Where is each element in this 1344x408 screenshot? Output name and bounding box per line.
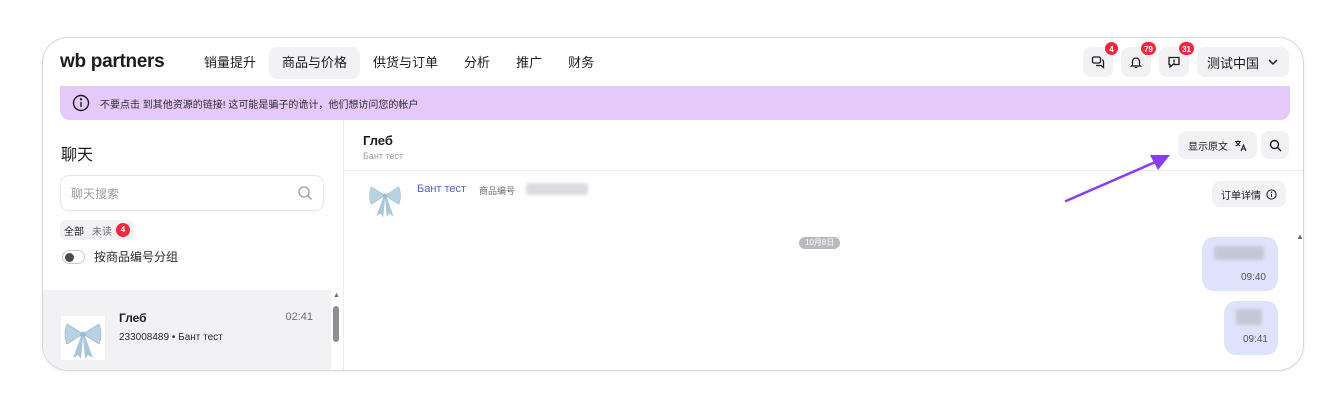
toggle-knob xyxy=(65,252,74,262)
feedback-button[interactable]: 31 xyxy=(1158,41,1195,77)
scroll-up-arrow-icon[interactable]: ▲ xyxy=(333,292,340,299)
chat-item-product: Бант тест xyxy=(178,332,223,343)
search-placeholder: 聊天搜索 xyxy=(71,186,120,201)
chat-bubbles-icon xyxy=(1091,56,1105,69)
logo-wb: wb xyxy=(60,51,86,72)
message-alert-icon xyxy=(1168,56,1180,69)
translate-icon xyxy=(1235,140,1247,151)
bow-product-thumbnail xyxy=(369,186,401,218)
group-by-article-toggle[interactable] xyxy=(62,249,85,264)
nav-promotion[interactable]: 推广 xyxy=(503,47,555,79)
chevron-down-icon xyxy=(1268,59,1278,66)
order-details-label: 订单详情 xyxy=(1221,190,1261,202)
chats-badge: 4 xyxy=(1103,41,1119,56)
sidebar-title: 聊天 xyxy=(61,147,94,164)
nav-sales-boost[interactable]: 销量提升 xyxy=(191,47,269,79)
group-toggle-label: 按商品编号分组 xyxy=(94,250,179,264)
message-time: 09:40 xyxy=(1240,272,1266,283)
account-selector[interactable]: 测试中国 xyxy=(1196,47,1289,77)
main-nav: 销量提升 商品与价格 供货与订单 分析 推广 财务 xyxy=(191,47,607,79)
chat-item-name: Глеб xyxy=(119,311,147,325)
chat-filters: 全部 未读 4 xyxy=(60,220,134,240)
page-scroll-up-icon[interactable]: ▲ xyxy=(1296,232,1304,241)
unread-count-badge: 4 xyxy=(116,223,130,237)
chat-item-meta: 233008489 • Бант тест xyxy=(119,332,223,343)
account-label: 测试中国 xyxy=(1206,55,1259,71)
app-window: wb partners 销量提升 商品与价格 供货与订单 分析 推广 财务 4 … xyxy=(42,37,1304,371)
message-text-redacted xyxy=(1214,246,1264,260)
filter-unread[interactable]: 未读 4 xyxy=(92,223,130,238)
notifications-badge: 79 xyxy=(1140,41,1157,56)
conversation-search-button[interactable] xyxy=(1261,131,1289,159)
message-text-redacted xyxy=(1236,309,1262,325)
group-by-article-row: 按商品编号分组 xyxy=(62,248,178,265)
message-bubble: 09:40 xyxy=(1202,237,1278,291)
notifications-button[interactable]: 79 xyxy=(1120,41,1157,77)
header-actions: 4 79 31 测试中国 xyxy=(1082,41,1289,77)
chat-list-item[interactable]: Глеб 02:41 233008489 • Бант тест xyxy=(43,290,331,370)
conversation-title: Глеб xyxy=(363,133,393,148)
nav-supply-orders[interactable]: 供货与订单 xyxy=(360,47,451,79)
security-warning-banner: 不要点击 到其他资源的链接! 这可能是骗子的诡计，他们想访问您的帐户 xyxy=(60,86,1290,120)
conversation-panel: Глеб Бант тест 显示原文 Бант тест 商品编号 订单详情 … xyxy=(343,120,1303,370)
bell-icon xyxy=(1129,57,1143,69)
filter-all[interactable]: 全部 xyxy=(64,223,84,238)
chat-item-article: 233008489 xyxy=(119,332,170,343)
nav-finance[interactable]: 财务 xyxy=(555,47,607,79)
order-details-button[interactable]: 订单详情 xyxy=(1212,181,1286,207)
nav-products-prices[interactable]: 商品与价格 xyxy=(269,47,361,79)
info-icon xyxy=(1266,188,1277,200)
show-original-button[interactable]: 显示原文 xyxy=(1178,131,1257,159)
top-header: wb partners 销量提升 商品与价格 供货与订单 分析 推广 财务 4 … xyxy=(43,38,1303,86)
product-link[interactable]: Бант тест xyxy=(417,183,466,195)
chat-sidebar: 聊天 聊天搜索 全部 未读 4 按商品编号分组 Глеб 02:41 23300… xyxy=(43,120,343,370)
bow-product-thumbnail xyxy=(61,316,105,360)
wb-partners-logo[interactable]: wb partners xyxy=(60,51,165,73)
info-icon xyxy=(72,94,90,112)
filter-unread-label: 未读 xyxy=(92,226,112,238)
header-divider xyxy=(344,170,1303,171)
show-original-label: 显示原文 xyxy=(1188,141,1228,153)
nav-analytics[interactable]: 分析 xyxy=(451,47,503,79)
message-bubble: 09:41 xyxy=(1224,301,1278,355)
product-code-redacted xyxy=(526,183,588,195)
feedback-badge: 31 xyxy=(1178,41,1195,56)
warning-text: 不要点击 到其他资源的链接! 这可能是骗子的诡计，他们想访问您的帐户 xyxy=(100,99,419,111)
chat-list-scrollbar[interactable]: ▲ xyxy=(331,290,341,370)
search-icon xyxy=(1269,139,1281,151)
chat-item-time: 02:41 xyxy=(285,311,313,323)
conversation-subtitle: Бант тест xyxy=(363,151,404,161)
date-separator: 10月8日 xyxy=(799,237,841,249)
scrollbar-thumb[interactable] xyxy=(333,306,339,342)
chats-button[interactable]: 4 xyxy=(1082,41,1119,77)
logo-partners: partners xyxy=(90,51,165,72)
product-code-label: 商品编号 xyxy=(479,186,516,196)
search-icon xyxy=(298,186,312,200)
message-time: 09:41 xyxy=(1242,334,1268,345)
chat-search-input[interactable]: 聊天搜索 xyxy=(60,175,324,211)
